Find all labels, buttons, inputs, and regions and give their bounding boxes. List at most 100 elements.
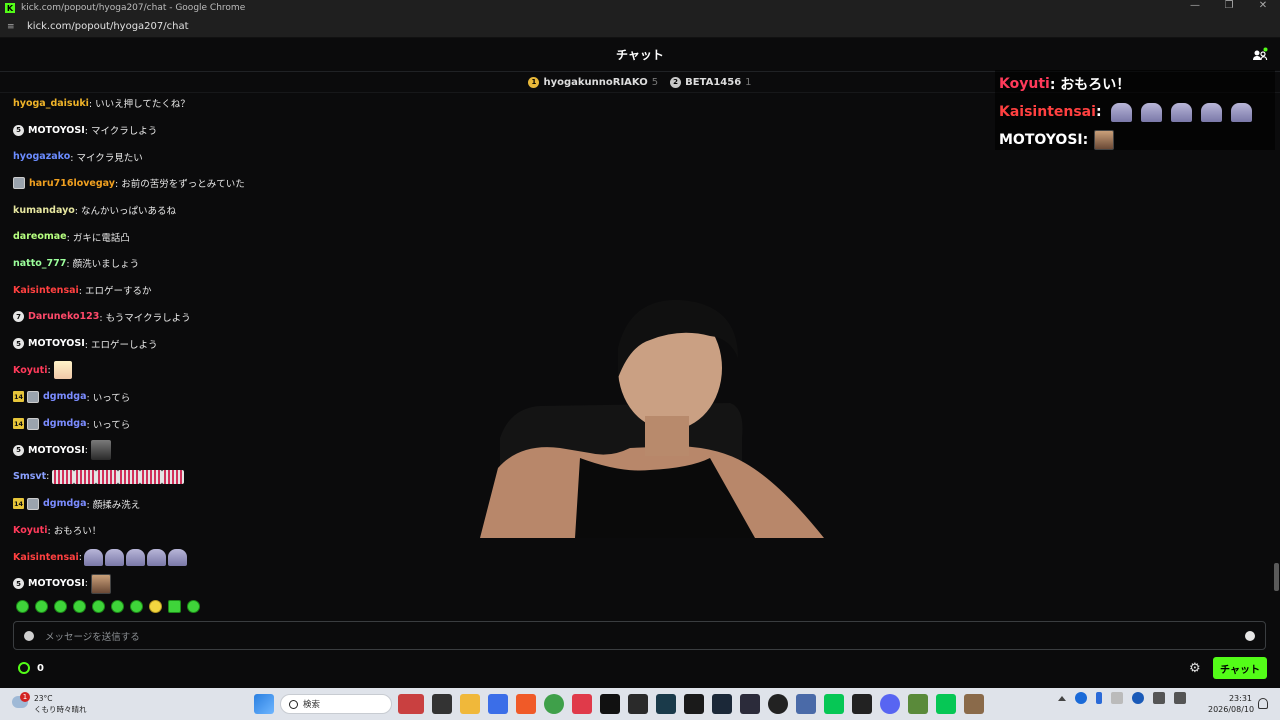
app-icon[interactable]: [852, 694, 872, 714]
equalizer-emote-icon[interactable]: [96, 469, 119, 484]
chat-username[interactable]: Koyuti: [13, 525, 47, 536]
app-tray-icon[interactable]: [1132, 692, 1144, 704]
app-icon[interactable]: [796, 694, 816, 714]
kick-emote-icon[interactable]: [187, 600, 200, 613]
app-icon[interactable]: [740, 694, 760, 714]
chat-username[interactable]: Kaisintensai: [13, 552, 79, 563]
chat-username[interactable]: haru716lovegay: [29, 178, 115, 189]
app-icon[interactable]: [964, 694, 984, 714]
chat-username[interactable]: Koyuti: [13, 365, 47, 376]
weather-widget[interactable]: 1 23°C くもり時々晴れ: [12, 692, 92, 716]
equalizer-emote-icon[interactable]: [162, 469, 185, 484]
kick-emote-icon[interactable]: [54, 600, 67, 613]
message-input[interactable]: メッセージを送信する: [13, 621, 1266, 650]
line-icon[interactable]: [824, 694, 844, 714]
kick-emote-icon[interactable]: [149, 600, 162, 613]
chat-username[interactable]: dgmdga: [43, 391, 87, 402]
kick-emote-icon[interactable]: [168, 600, 181, 613]
kick-emote-icon[interactable]: [35, 600, 48, 613]
chat-username[interactable]: natto_777: [13, 258, 66, 269]
kick-emote-icon[interactable]: [16, 600, 29, 613]
microphone-icon[interactable]: [1096, 692, 1102, 704]
chrome-icon[interactable]: [544, 694, 564, 714]
chat-username[interactable]: dgmdga: [43, 418, 87, 429]
volume-icon[interactable]: [1174, 692, 1186, 704]
app-icon[interactable]: [572, 694, 592, 714]
chat-username[interactable]: dgmdga: [43, 498, 87, 509]
close-button[interactable]: ✕: [1246, 0, 1280, 11]
restore-button[interactable]: ❐: [1212, 0, 1246, 11]
chat-text: :: [78, 551, 82, 563]
equalizer-emote-icon[interactable]: [52, 469, 75, 484]
equalizer-emote-icon[interactable]: [118, 469, 141, 484]
chat-message: natto_777 : 顔洗いましょう: [13, 250, 513, 277]
line-icon[interactable]: [936, 694, 956, 714]
kick-emote-icon[interactable]: [111, 600, 124, 613]
app-tray-icon[interactable]: [1075, 692, 1087, 704]
chat-username[interactable]: dareomae: [13, 231, 67, 242]
chevron-up-icon[interactable]: [1058, 695, 1066, 701]
gifter-entry[interactable]: 1 hyogakunnoRIAKO 5: [528, 76, 658, 88]
chat-username[interactable]: hyoga_daisuki: [13, 98, 89, 109]
bust-emote-icon[interactable]: [125, 548, 145, 566]
network-icon[interactable]: [1153, 692, 1165, 704]
channel-points[interactable]: 0: [18, 662, 44, 674]
obs-icon[interactable]: [768, 694, 788, 714]
app-icon[interactable]: [398, 694, 424, 714]
chat-username[interactable]: MOTOYOSI: [28, 125, 85, 136]
taskbar-search[interactable]: 検索: [280, 694, 392, 714]
site-info-icon[interactable]: ≡: [7, 22, 19, 32]
discord-icon[interactable]: [880, 694, 900, 714]
user-avatar-badge-icon: [27, 417, 39, 430]
chat-text: : もうマイクラしよう: [99, 312, 191, 324]
message-input-placeholder[interactable]: メッセージを送信する: [45, 629, 140, 643]
brave-icon[interactable]: [516, 694, 536, 714]
bust-emote-icon[interactable]: [146, 548, 166, 566]
minecraft-icon[interactable]: [908, 694, 928, 714]
chat-username[interactable]: Smsvt: [13, 471, 46, 482]
app-icon[interactable]: [628, 694, 648, 714]
bust-emote-icon[interactable]: [83, 548, 103, 566]
equalizer-emote-icon[interactable]: [140, 469, 163, 484]
file-explorer-icon[interactable]: [460, 694, 480, 714]
photo-emote-icon[interactable]: [90, 440, 111, 461]
chat-username[interactable]: Kaisintensai: [13, 285, 79, 296]
bust-emote-icon[interactable]: [104, 548, 124, 566]
chat-username[interactable]: kumandayo: [13, 205, 75, 216]
scrollbar-thumb[interactable]: [1274, 563, 1279, 591]
kick-emote-icon[interactable]: [130, 600, 143, 613]
app-tray-icon[interactable]: [1111, 692, 1123, 704]
face-emote-icon[interactable]: [90, 573, 111, 594]
kick-app-icon[interactable]: [684, 694, 704, 714]
settings-gear-icon[interactable]: ⚙: [1189, 661, 1201, 676]
steam-icon[interactable]: [712, 694, 732, 714]
shield-icon[interactable]: [24, 630, 34, 641]
chat-username[interactable]: Daruneko123: [28, 311, 99, 322]
minimize-button[interactable]: —: [1178, 0, 1212, 11]
windows-start-icon[interactable]: [254, 694, 274, 714]
gifter-entry[interactable]: 2 BETA1456 1: [670, 76, 752, 88]
subscriber-badge-icon: 5: [13, 124, 24, 136]
chat-username[interactable]: MOTOYOSI: [28, 578, 85, 589]
chat-username[interactable]: hyogazako: [13, 151, 70, 162]
notification-bell-icon[interactable]: [1258, 698, 1268, 709]
app-icon[interactable]: [488, 694, 508, 714]
address-bar[interactable]: ≡ kick.com/popout/hyoga207/chat: [0, 16, 1280, 38]
kick-emote-icon[interactable]: [73, 600, 86, 613]
bust-emote-icon[interactable]: [167, 548, 187, 566]
kick-emote-icon[interactable]: [92, 600, 105, 613]
equalizer-emote-icon[interactable]: [74, 469, 97, 484]
anime-emote-icon[interactable]: [53, 361, 72, 380]
taskbar-apps: [254, 694, 274, 714]
send-chat-button[interactable]: チャット: [1213, 657, 1267, 679]
users-icon[interactable]: [1252, 47, 1268, 63]
clock[interactable]: 23:31 2026/08/10: [1208, 693, 1254, 715]
app-icon[interactable]: [656, 694, 676, 714]
overlay-username: Koyuti: [999, 76, 1050, 92]
chat-username[interactable]: MOTOYOSI: [28, 445, 85, 456]
chat-username[interactable]: MOTOYOSI: [28, 338, 85, 349]
emoji-picker-icon[interactable]: [1245, 631, 1255, 641]
tiktok-icon[interactable]: [600, 694, 620, 714]
url-text[interactable]: kick.com/popout/hyoga207/chat: [27, 21, 189, 32]
task-view-icon[interactable]: [432, 694, 452, 714]
